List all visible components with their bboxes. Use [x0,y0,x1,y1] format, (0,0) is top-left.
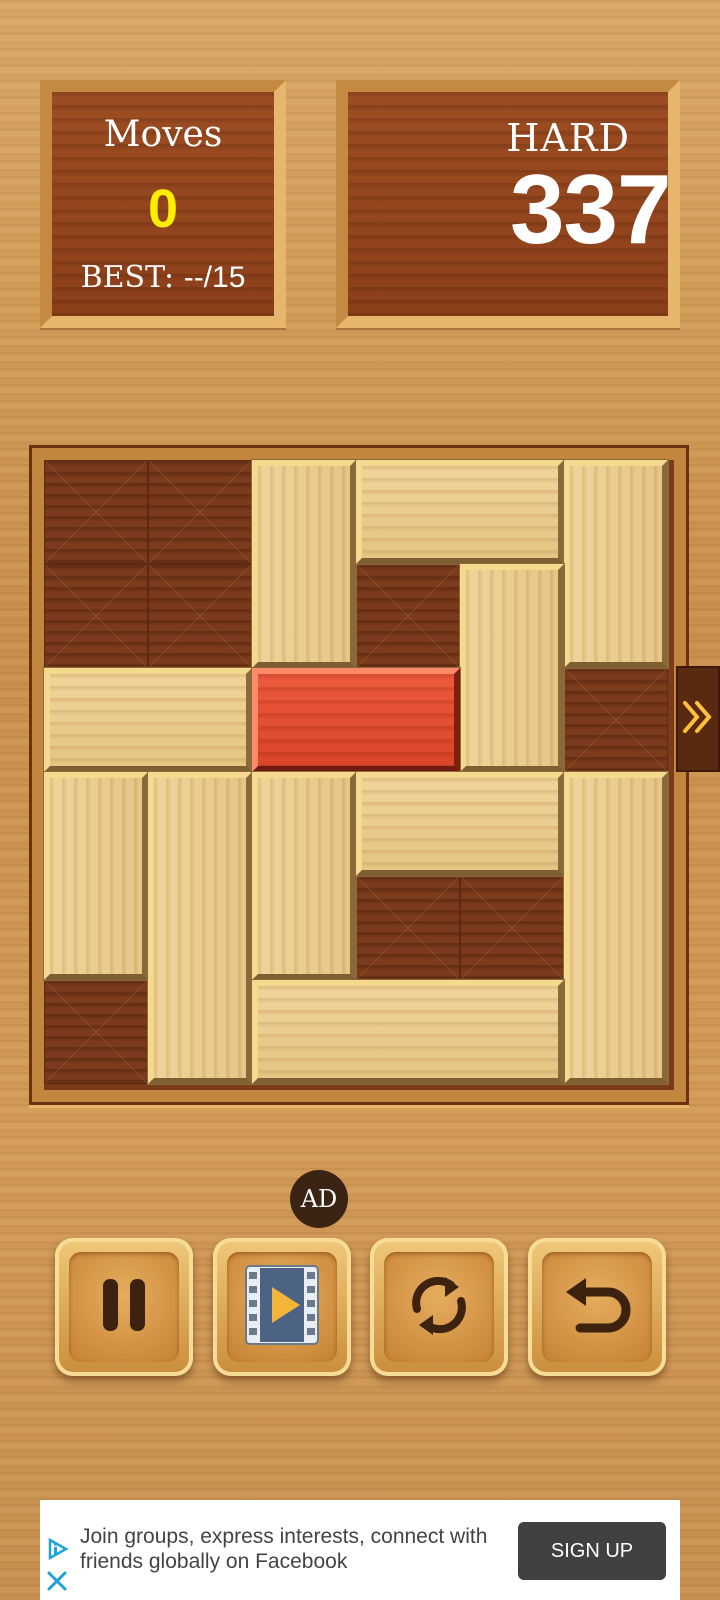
wood-block-vertical[interactable] [252,772,356,980]
wood-block-vertical[interactable] [44,772,148,980]
wood-block-vertical[interactable] [460,564,564,772]
pause-button[interactable] [55,1238,193,1376]
exit-gate [676,666,720,772]
undo-button[interactable] [528,1238,666,1376]
wood-block-vertical[interactable] [564,460,668,668]
moves-count: 0 [147,179,179,239]
sign-up-button[interactable]: SIGN UP [518,1522,666,1580]
empty-cell [356,876,460,980]
empty-cell [44,564,148,668]
ad-banner[interactable]: Join groups, express interests, connect … [40,1500,680,1600]
level-panel: HARD 337 [336,80,680,328]
wood-block-horizontal[interactable] [44,668,252,772]
empty-cell [460,876,564,980]
ad-badge: AD [290,1170,348,1228]
restart-icon [401,1267,477,1347]
wood-block-horizontal[interactable] [252,980,564,1084]
empty-cell [148,460,252,564]
best-value: --/15 [183,261,246,294]
wood-block-vertical[interactable] [148,772,252,1084]
red-target-block[interactable] [252,668,460,772]
empty-cell [356,564,460,668]
watch-video-button[interactable] [213,1238,351,1376]
restart-button[interactable] [370,1238,508,1376]
moves-panel: Moves 0 BEST: --/15 [40,80,286,328]
empty-cell [564,668,668,772]
level-number: 337 [510,154,672,264]
wood-block-horizontal[interactable] [356,460,564,564]
wood-block-horizontal[interactable] [356,772,564,876]
double-chevron-right-icon [681,697,715,741]
wood-block-vertical[interactable] [252,460,356,668]
game-board [29,445,689,1105]
ad-choices-icon[interactable] [44,1536,70,1566]
undo-icon [556,1270,638,1344]
best-score: BEST: --/15 [52,260,274,295]
close-icon[interactable] [46,1570,68,1596]
ad-text: Join groups, express interests, connect … [80,1525,488,1573]
wood-block-vertical[interactable] [564,772,668,1084]
video-play-icon [242,1262,322,1352]
best-label: BEST: [80,260,175,295]
empty-cell [44,980,148,1084]
pause-icon [97,1275,151,1339]
moves-label: Moves [103,114,223,155]
empty-cell [148,564,252,668]
empty-cell [44,460,148,564]
